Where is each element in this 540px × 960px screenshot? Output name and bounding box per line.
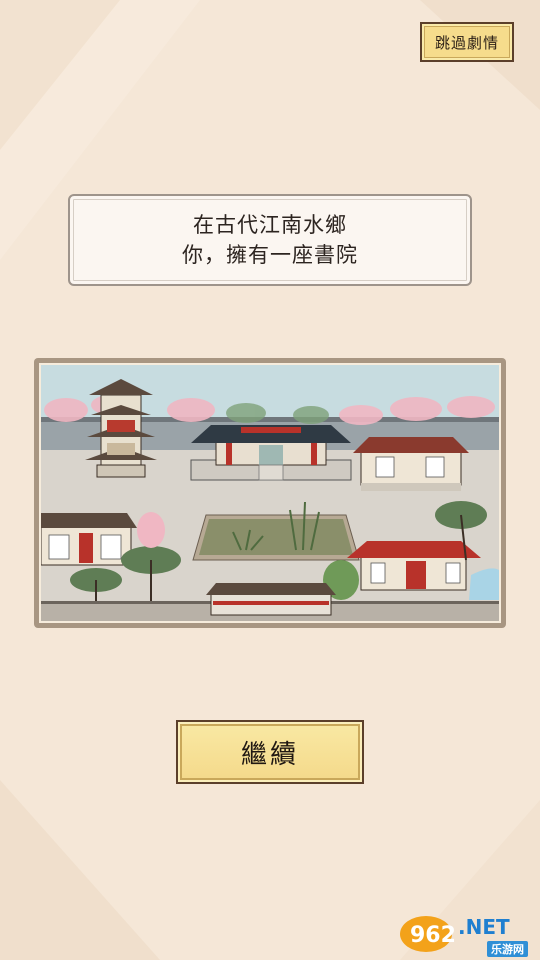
narration-dialog: 在古代江南水鄉 你，擁有一座書院 bbox=[68, 194, 472, 286]
continue-label: 繼續 bbox=[240, 739, 299, 770]
continue-button[interactable]: 繼續 bbox=[176, 720, 364, 784]
skip-story-button[interactable]: 跳過劇情 bbox=[420, 22, 514, 62]
svg-text:.NET: .NET bbox=[458, 915, 510, 939]
narration-line-1: 在古代江南水鄉 bbox=[193, 213, 347, 237]
svg-text:962: 962 bbox=[410, 923, 456, 948]
watermark-subtext: 乐游网 bbox=[487, 941, 528, 957]
narration-line-2: 你，擁有一座書院 bbox=[182, 243, 358, 267]
skip-story-label: 跳過劇情 bbox=[434, 33, 499, 52]
academy-illustration-frame bbox=[34, 358, 506, 628]
academy-illustration bbox=[39, 363, 501, 623]
watermark-logo: 962 .NET 乐游网 bbox=[396, 904, 534, 957]
